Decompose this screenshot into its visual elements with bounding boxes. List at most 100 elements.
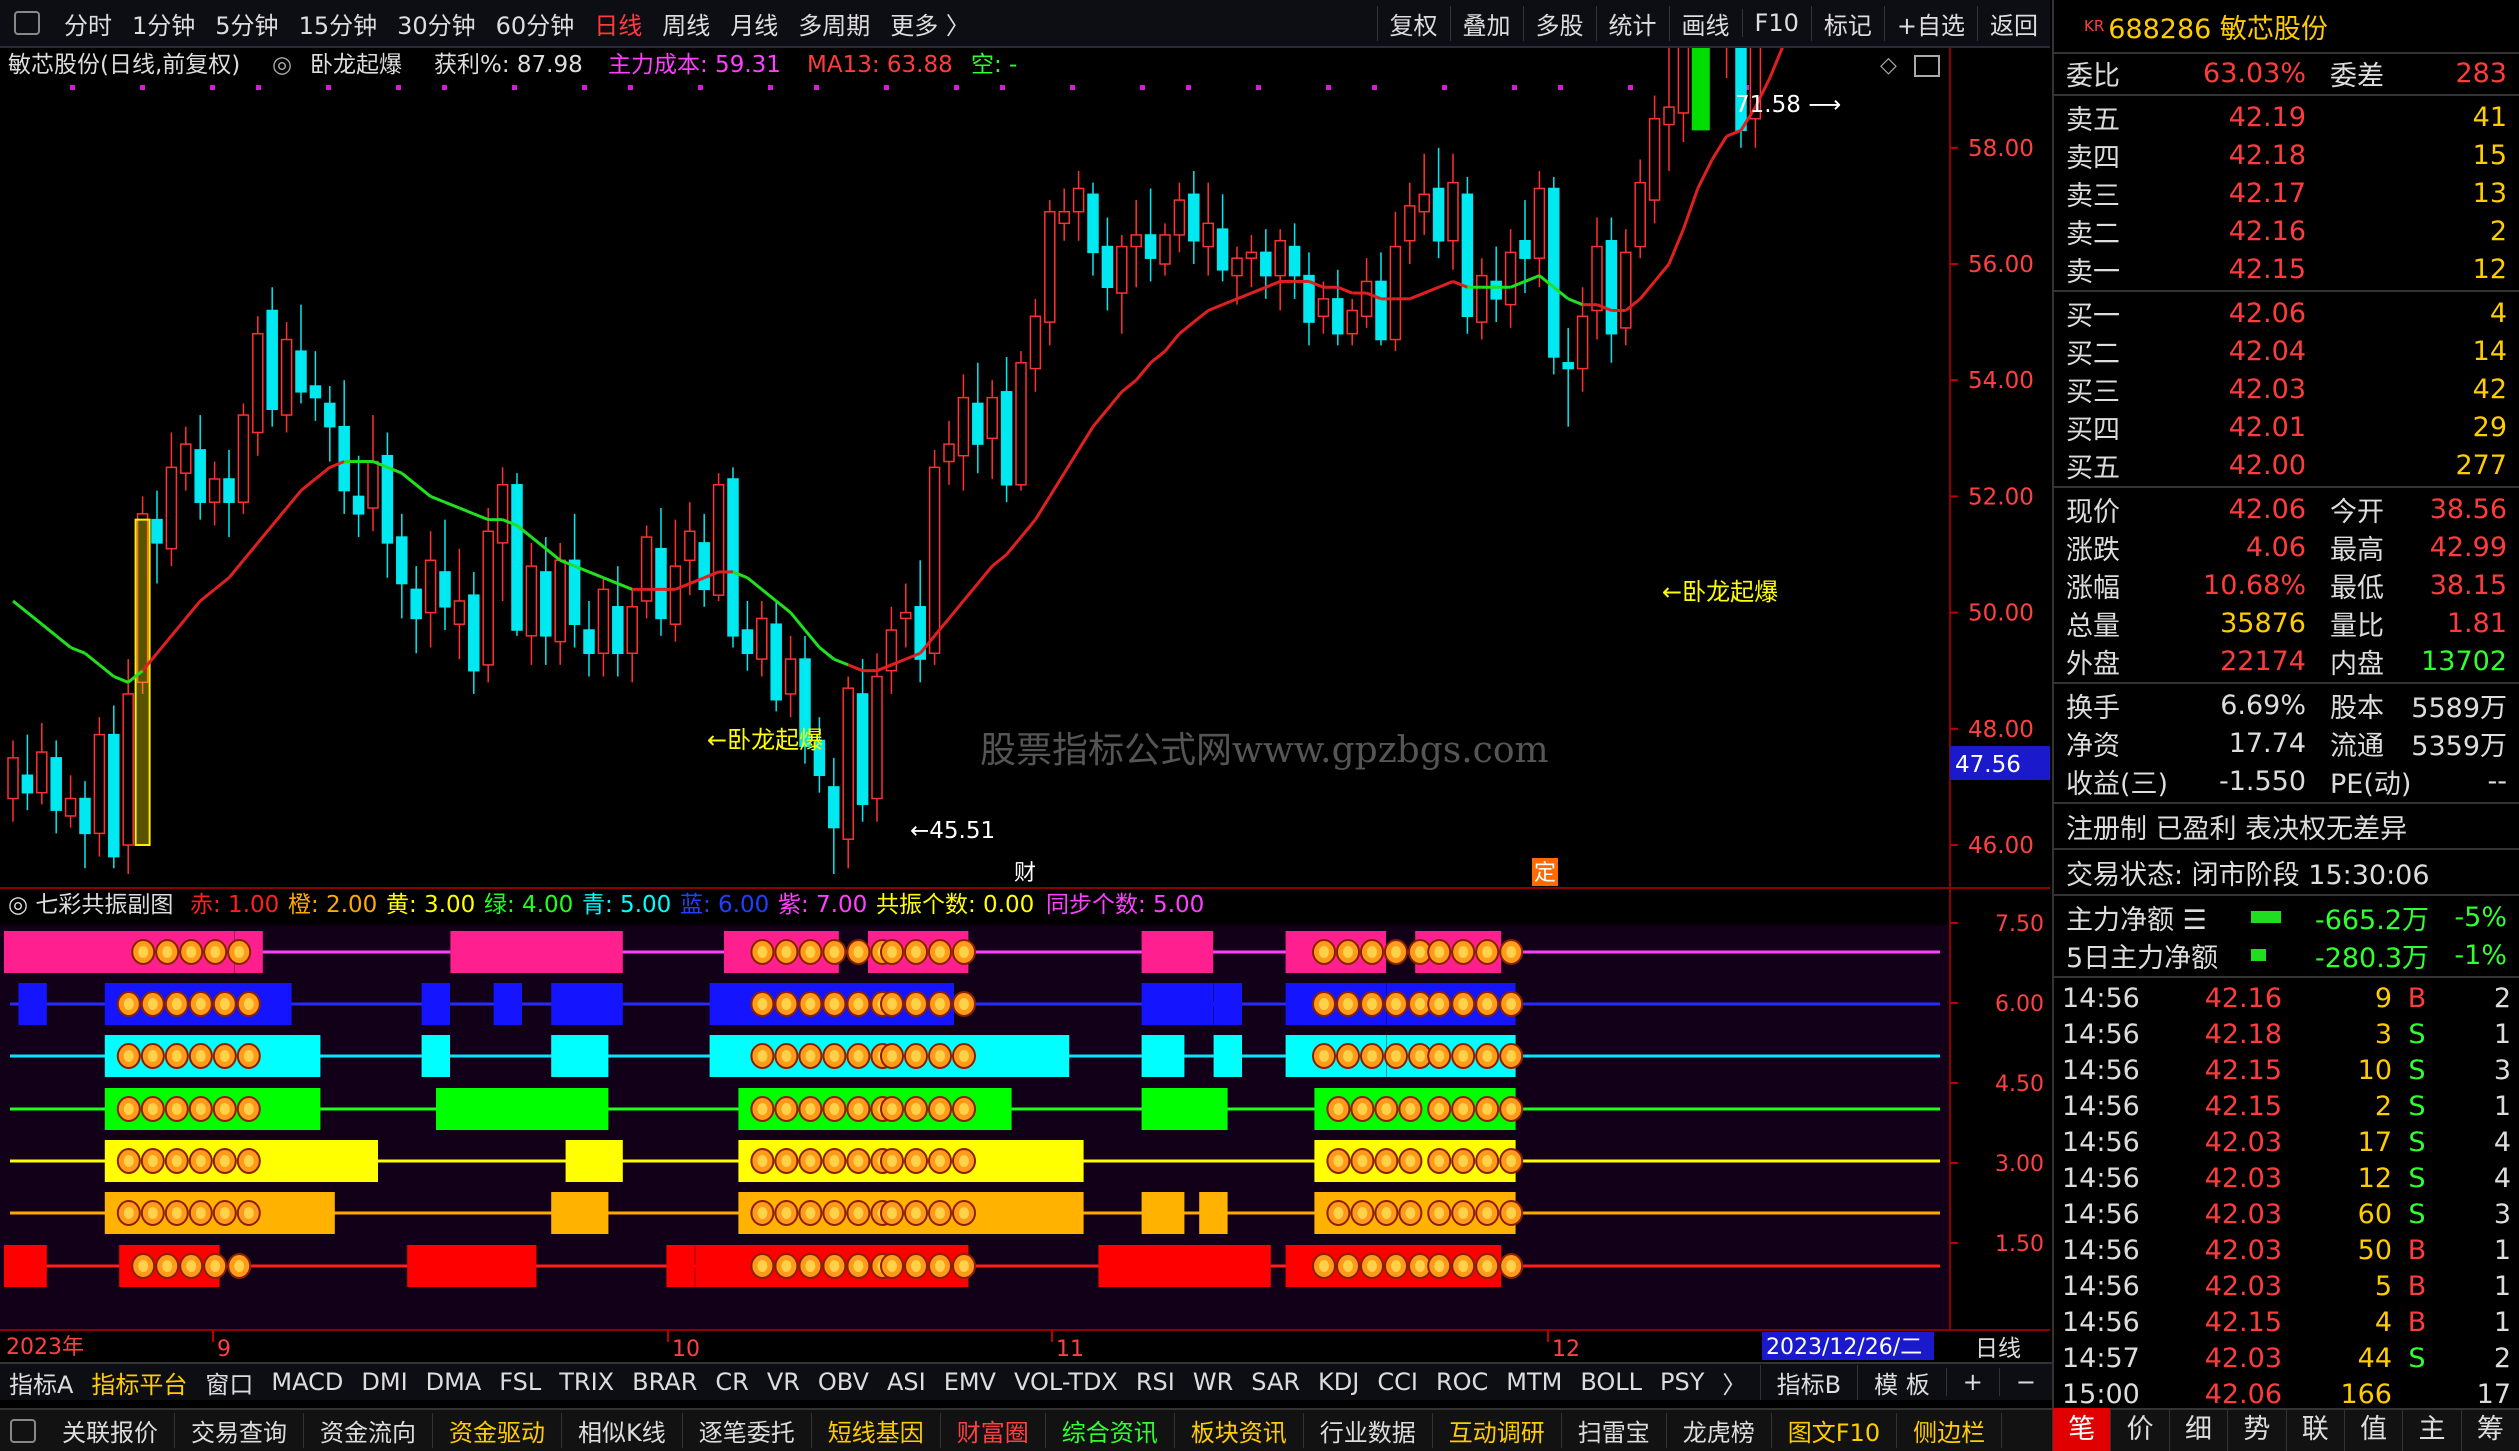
price: 42.16 (2228, 215, 2306, 247)
buy-level[interactable]: 买一 42.06 4 (2054, 294, 2519, 332)
tick-count: 1 (2493, 1270, 2511, 1302)
indicator-tab-10[interactable]: VR (758, 1368, 809, 1396)
period-tab-10[interactable]: 更多 〉 (880, 6, 980, 41)
right-tab-5[interactable]: 值 (2343, 1408, 2402, 1451)
indicator-tab-17[interactable]: SAR (1242, 1368, 1309, 1396)
buy-level[interactable]: 买三 42.03 42 (2054, 370, 2519, 408)
func-button-12[interactable]: 扫雷宝 (1562, 1413, 1667, 1448)
right-tab-3[interactable]: 势 (2227, 1408, 2285, 1451)
stock-code-name: 688286 敏芯股份 (2108, 13, 2328, 45)
watermark: 股票指标公式网www.gpzbgs.com (980, 730, 1549, 771)
period-tab-7[interactable]: 周线 (652, 6, 720, 41)
indicator-tab-14[interactable]: VOL-TDX (1005, 1368, 1127, 1396)
indicator-tab-5[interactable]: DMA (417, 1368, 491, 1396)
indicator-right-3[interactable]: − (1998, 1368, 2052, 1396)
window-icon[interactable] (14, 11, 40, 35)
func-button-1[interactable]: 交易查询 (175, 1413, 304, 1448)
indicator-tab-22[interactable]: BOLL (1571, 1368, 1651, 1396)
indicator-tab-18[interactable]: KDJ (1309, 1368, 1368, 1396)
indicator-tab-20[interactable]: ROC (1427, 1368, 1497, 1396)
coin-mark-inner (186, 946, 197, 958)
kline-chart[interactable]: 46.0048.0050.0052.0054.0056.0058.0060.00… (0, 48, 2050, 1362)
right-tab-6[interactable]: 主 (2402, 1408, 2460, 1451)
indicator-tab-4[interactable]: DMI (352, 1368, 416, 1396)
period-tab-1[interactable]: 1分钟 (122, 6, 205, 41)
diamond-icon[interactable]: ◇ (1880, 53, 1897, 78)
indicator-tab-21[interactable]: MTM (1497, 1368, 1571, 1396)
right-tab-7[interactable]: 筹 (2460, 1408, 2519, 1451)
func-button-11[interactable]: 互动调研 (1433, 1413, 1562, 1448)
tool-button-3[interactable]: 统计 (1595, 5, 1669, 41)
period-tab-3[interactable]: 15分钟 (289, 6, 388, 41)
func-button-8[interactable]: 综合资讯 (1046, 1413, 1175, 1448)
indicator-tab-8[interactable]: BRAR (623, 1368, 706, 1396)
right-tab-0[interactable]: 笔 (2052, 1408, 2111, 1451)
indicator-tab-12[interactable]: ASI (878, 1368, 935, 1396)
func-button-0[interactable]: 关联报价 (46, 1413, 175, 1448)
right-tab-2[interactable]: 细 (2168, 1408, 2227, 1451)
coin-mark-inner (935, 1103, 945, 1115)
indicator-tab-13[interactable]: EMV (935, 1368, 1005, 1396)
buy-level[interactable]: 买四 42.01 29 (2054, 408, 2519, 446)
func-button-2[interactable]: 资金流向 (304, 1413, 433, 1448)
indicator-tab-2[interactable]: 窗口 (196, 1365, 262, 1400)
tool-button-6[interactable]: 标记 (1810, 5, 1884, 41)
coin-mark-inner (195, 1050, 206, 1062)
period-tab-4[interactable]: 30分钟 (387, 6, 486, 41)
indicator-right-1[interactable]: 模 板 (1857, 1364, 1946, 1400)
sell-level[interactable]: 卖二 42.16 2 (2054, 212, 2519, 250)
right-tab-4[interactable]: 联 (2285, 1408, 2344, 1451)
func-button-5[interactable]: 逐笔委托 (683, 1413, 812, 1448)
period-tab-0[interactable]: 分时 (54, 6, 122, 41)
indicator-tab-0[interactable]: 指标A (0, 1365, 82, 1400)
coin-mark-inner (853, 1155, 864, 1167)
candle-body (1447, 181, 1459, 242)
x-year-label: 2023年 (6, 1335, 84, 1360)
resonance-block (1141, 1192, 1185, 1234)
func-button-15[interactable]: 侧边栏 (1897, 1413, 2003, 1448)
period-tab-5[interactable]: 60分钟 (486, 6, 585, 41)
period-tab-9[interactable]: 多周期 (788, 6, 880, 41)
indicator-tab-1[interactable]: 指标平台 (82, 1365, 196, 1400)
func-button-13[interactable]: 龙虎榜 (1667, 1413, 1772, 1448)
func-button-7[interactable]: 财富圈 (941, 1413, 1046, 1448)
indicator-tab-3[interactable]: MACD (262, 1368, 352, 1396)
coin-mark-inner (805, 998, 816, 1010)
coin-mark-inner (123, 1155, 134, 1167)
indicator-tab-24[interactable]: 〉 (1713, 1365, 1755, 1400)
tool-button-7[interactable]: +自选 (1883, 5, 1977, 41)
sell-level[interactable]: 卖一 42.15 12 (2054, 250, 2519, 288)
period-tab-2[interactable]: 5分钟 (205, 6, 288, 41)
right-tab-1[interactable]: 价 (2110, 1408, 2168, 1451)
tool-button-4[interactable]: 画线 (1668, 5, 1742, 41)
func-button-10[interactable]: 行业数据 (1304, 1413, 1433, 1448)
func-button-4[interactable]: 相似K线 (562, 1413, 683, 1448)
indicator-tab-15[interactable]: RSI (1127, 1368, 1184, 1396)
func-button-3[interactable]: 资金驱动 (433, 1413, 562, 1448)
indicator-right-2[interactable]: + (1945, 1368, 1999, 1396)
tool-button-5[interactable]: F10 (1741, 9, 1811, 37)
period-tab-8[interactable]: 月线 (720, 6, 788, 41)
sell-level[interactable]: 卖三 42.17 13 (2054, 174, 2519, 212)
indicator-tab-6[interactable]: FSL (490, 1368, 550, 1396)
indicator-tab-11[interactable]: OBV (809, 1368, 878, 1396)
indicator-tab-23[interactable]: PSY (1651, 1368, 1713, 1396)
func-button-6[interactable]: 短线基因 (812, 1413, 941, 1448)
tool-button-8[interactable]: 返回 (1977, 5, 2050, 41)
sell-level[interactable]: 卖四 42.18 15 (2054, 136, 2519, 174)
menu-icon[interactable] (10, 1418, 36, 1443)
sell-level[interactable]: 卖五 42.19 41 (2054, 98, 2519, 136)
buy-level[interactable]: 买五 42.00 277 (2054, 446, 2519, 484)
func-button-14[interactable]: 图文F10 (1772, 1413, 1898, 1448)
indicator-tab-19[interactable]: CCI (1368, 1368, 1427, 1396)
tool-button-1[interactable]: 叠加 (1449, 5, 1523, 41)
indicator-tab-9[interactable]: CR (706, 1368, 757, 1396)
func-button-9[interactable]: 板块资讯 (1175, 1413, 1304, 1448)
buy-level[interactable]: 买二 42.04 14 (2054, 332, 2519, 370)
tool-button-0[interactable]: 复权 (1376, 5, 1450, 41)
indicator-tab-16[interactable]: WR (1184, 1368, 1242, 1396)
indicator-right-0[interactable]: 指标B (1759, 1364, 1857, 1400)
period-tab-6[interactable]: 日线 (584, 6, 652, 41)
tool-button-2[interactable]: 多股 (1522, 5, 1596, 41)
indicator-tab-7[interactable]: TRIX (550, 1368, 623, 1396)
